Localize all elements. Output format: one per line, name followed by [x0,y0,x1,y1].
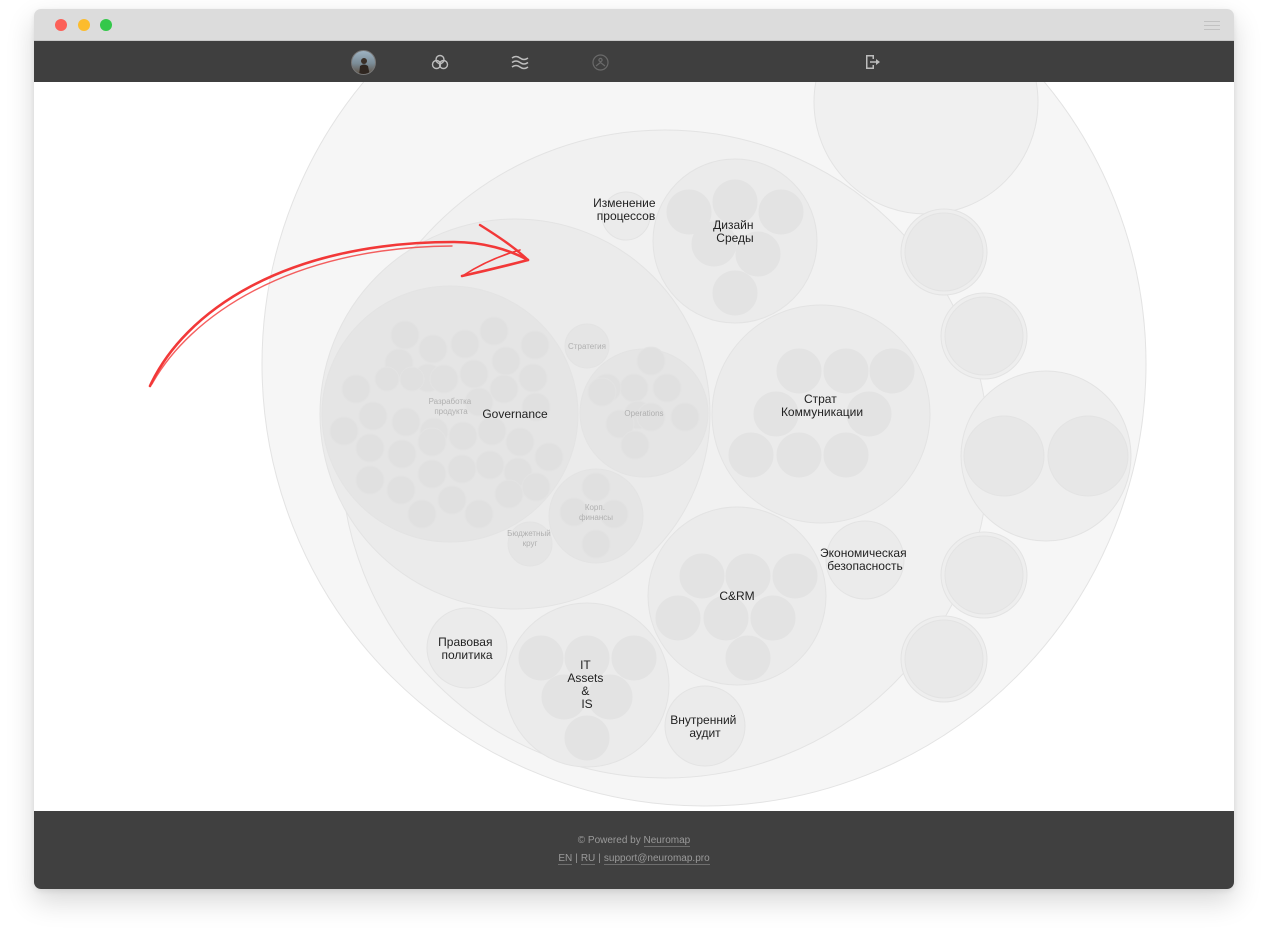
neuromap-link[interactable]: Neuromap [643,835,691,847]
footer: © Powered by Neuromap EN | RU | support@neur… [34,811,1234,889]
footer-links-line: EN | RU | support@neuromap.pro [34,853,1234,865]
browser-window: Governance Разработка продукта Стратегия… [34,9,1234,889]
izmenenie-label: Изменение процессов [593,196,659,223]
minimize-window-button[interactable] [78,19,90,31]
operations-label: Operations [624,409,663,418]
close-window-button[interactable] [55,19,67,31]
people-icon[interactable] [587,49,613,75]
circles-icon[interactable] [427,49,453,75]
razrabotka-label: Разработка продукта [429,397,474,416]
logout-icon[interactable] [859,49,885,75]
dizain-label: Дизайн Среды [713,218,757,245]
powered-by-text: © Powered by [577,835,641,846]
crm-label: C&RM [719,589,754,603]
strategiya-label: Стратегия [568,342,606,351]
powered-by-line: © Powered by Neuromap [34,835,1234,847]
lang-ru-link[interactable]: RU [580,853,596,865]
separator: | [575,853,578,864]
governance-label: Governance [482,407,548,421]
ekonom-label: Экономическая безопасность [820,546,910,573]
top-navbar [34,41,1234,82]
avatar [350,49,376,75]
circle-map-canvas[interactable]: Governance Разработка продукта Стратегия… [34,82,1234,811]
pravovaya-label: Правовая политика [438,635,496,662]
waves-icon[interactable] [507,49,533,75]
maximize-window-button[interactable] [100,19,112,31]
bubble-map[interactable]: Governance Разработка продукта Стратегия… [34,82,1234,811]
hamburger-menu-icon[interactable] [1204,21,1220,33]
lang-en-link[interactable]: EN [558,853,573,865]
separator: | [598,853,601,864]
user-avatar-button[interactable] [350,49,376,75]
support-email-link[interactable]: support@neuromap.pro [603,853,710,865]
window-titlebar [34,9,1234,41]
